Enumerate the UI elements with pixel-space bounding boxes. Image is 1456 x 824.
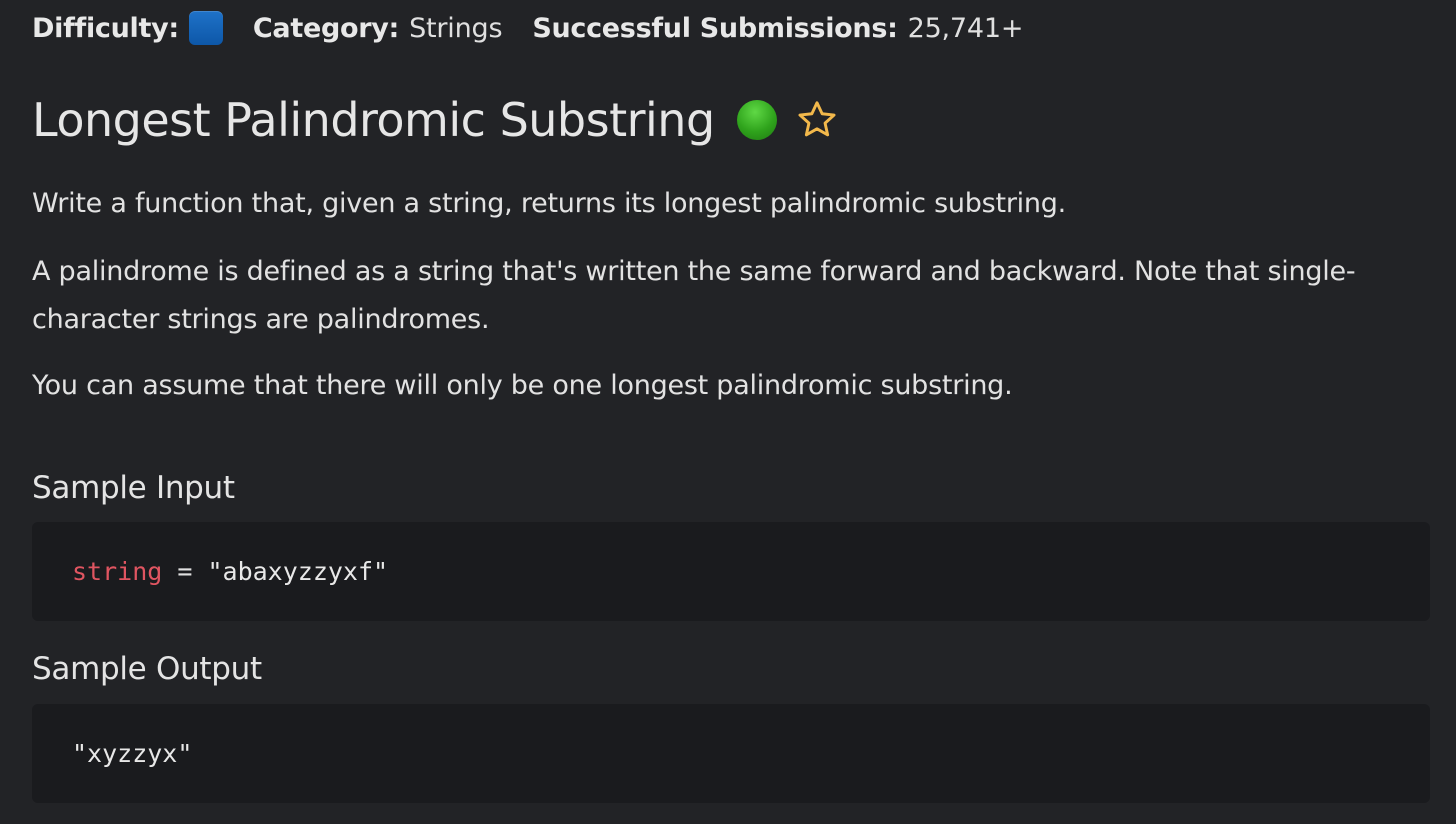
output-string-value: "xyzzyx" (72, 739, 193, 768)
difficulty-indicator (188, 11, 223, 45)
difficulty-label: Difficulty: (32, 12, 179, 44)
sample-input-heading: Sample Input (32, 470, 235, 506)
code-operator: = (162, 557, 208, 586)
category-label: Category: (252, 12, 400, 44)
problem-description-2: A palindrome is defined as a string that… (32, 256, 1356, 335)
problem-meta-bar: Difficulty: Category: Strings Successful… (32, 8, 1023, 48)
favorite-star-icon[interactable] (795, 98, 839, 142)
category-value: Strings (409, 12, 503, 44)
problem-description-3: You can assume that there will only be o… (32, 370, 1013, 401)
sample-output-code: "xyzzyx" (32, 704, 1430, 803)
code-string-value: "abaxyzzyxf" (207, 557, 389, 586)
title-row: Longest Palindromic Substring (32, 88, 839, 152)
code-variable: string (72, 557, 163, 586)
submissions-label: Successful Submissions: (532, 12, 898, 44)
sample-input-code: string = "abaxyzzyxf" (32, 522, 1430, 621)
problem-title: Longest Palindromic Substring (32, 93, 715, 147)
completed-status-icon (736, 100, 777, 140)
problem-description-1: Write a function that, given a string, r… (32, 188, 1067, 219)
sample-output-heading: Sample Output (32, 651, 262, 687)
problem-page: Difficulty: Category: Strings Successful… (0, 0, 1456, 824)
submissions-count: 25,741+ (907, 12, 1024, 44)
